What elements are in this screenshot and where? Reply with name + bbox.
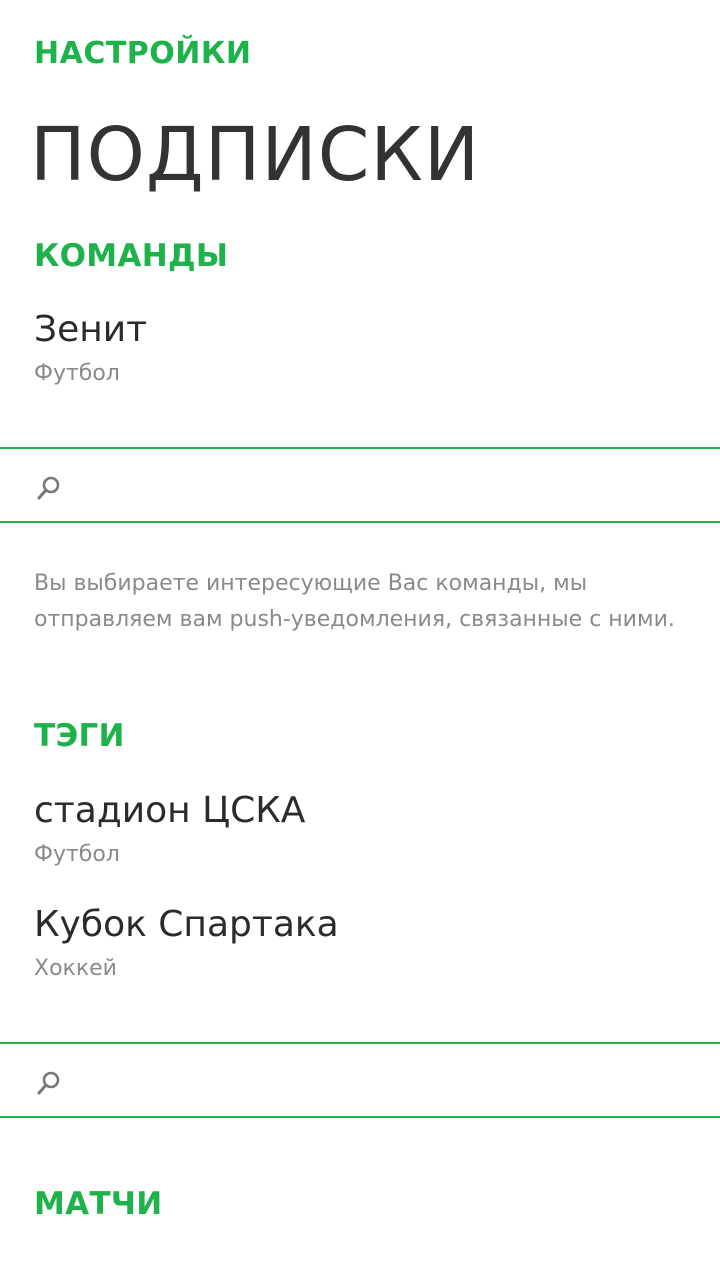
app-title: НАСТРОЙКИ	[34, 36, 252, 71]
search-icon	[37, 476, 60, 500]
tag-item-stadium-cska[interactable]: стадион ЦСКА Футбол	[0, 786, 720, 882]
section-header-tags: ТЭГИ	[34, 718, 125, 754]
tags-search-input[interactable]	[80, 1058, 694, 1104]
teams-description: Вы выбираете интересующие Вас команды, м…	[34, 571, 675, 632]
tag-item-title: Кубок Спартака	[34, 904, 339, 945]
team-item-subtitle: Футбол	[34, 361, 120, 386]
search-icon	[37, 1071, 60, 1095]
tag-item-spartak-cup[interactable]: Кубок Спартака Хоккей	[0, 900, 720, 996]
page-title: ПОДПИСКИ	[30, 112, 481, 198]
tag-item-subtitle: Хоккей	[34, 956, 117, 981]
team-item-zenit[interactable]: Зенит Футбол	[0, 305, 720, 405]
section-header-teams: КОМАНДЫ	[34, 238, 229, 274]
section-header-matches: МАТЧИ	[34, 1186, 163, 1222]
tag-item-subtitle: Футбол	[34, 842, 120, 867]
teams-search-box[interactable]	[0, 447, 720, 523]
tag-item-title: стадион ЦСКА	[34, 790, 306, 831]
team-item-title: Зенит	[34, 309, 148, 350]
teams-search-input[interactable]	[80, 463, 694, 509]
tags-search-box[interactable]	[0, 1042, 720, 1118]
